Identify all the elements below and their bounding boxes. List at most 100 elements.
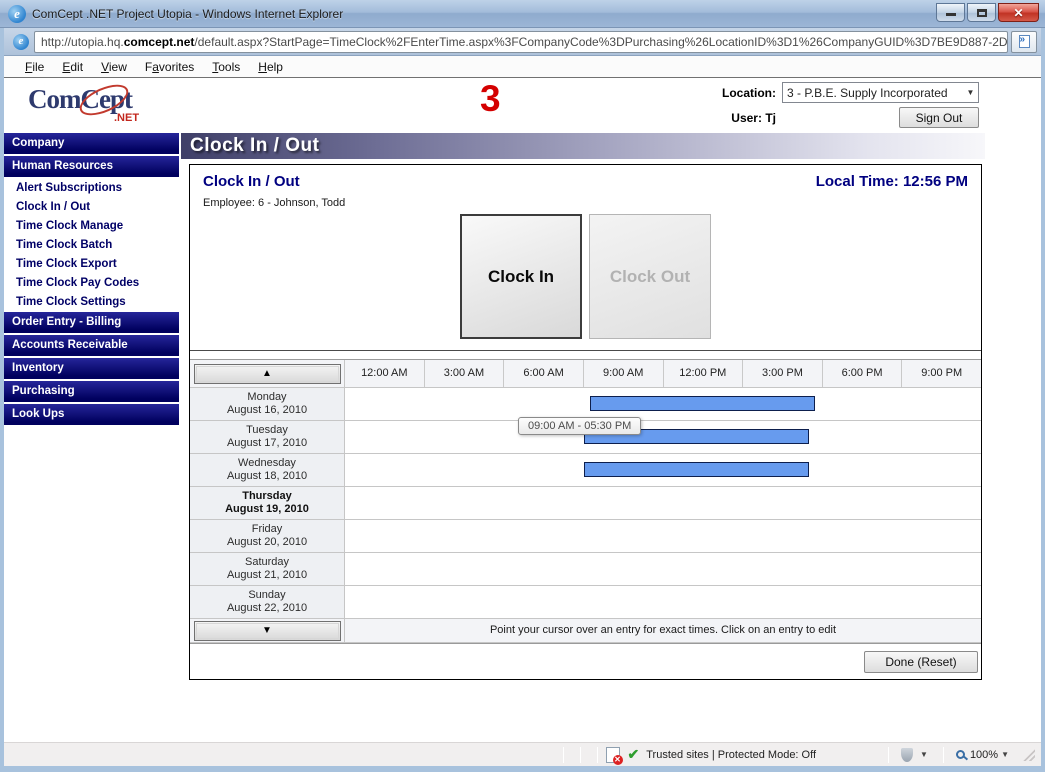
security-zone-text[interactable]: Trusted sites | Protected Mode: Off bbox=[646, 749, 816, 761]
day-row-sunday: SundayAugust 22, 2010 bbox=[190, 586, 981, 619]
time-entry-bar[interactable] bbox=[590, 396, 815, 411]
sidebar-item-time-clock-batch[interactable]: Time Clock Batch bbox=[4, 236, 179, 255]
page-favicon-icon: e bbox=[13, 34, 29, 50]
location-label: Location: bbox=[722, 86, 782, 100]
menu-bar: File Edit View Favorites Tools Help bbox=[4, 56, 1041, 78]
sidebar-nav: Company Human Resources Alert Subscripti… bbox=[4, 133, 179, 680]
maximize-icon bbox=[977, 9, 987, 17]
sidebar-item-order-entry-billing[interactable]: Order Entry - Billing bbox=[4, 312, 179, 333]
location-value: 3 - P.B.E. Supply Incorporated bbox=[783, 86, 963, 100]
sidebar-item-time-clock-manage[interactable]: Time Clock Manage bbox=[4, 217, 179, 236]
minimize-icon bbox=[946, 13, 956, 16]
zoom-control[interactable]: 100% ▼ bbox=[956, 749, 1012, 761]
sidebar-item-clock-in-out[interactable]: Clock In / Out bbox=[4, 198, 179, 217]
logo-text: ComCept bbox=[28, 84, 132, 114]
chevron-down-icon[interactable]: ▼ bbox=[1001, 750, 1009, 759]
day-timeline[interactable] bbox=[345, 454, 981, 486]
resize-grip[interactable] bbox=[1022, 748, 1035, 761]
maximize-button[interactable] bbox=[967, 3, 996, 22]
zoom-level: 100% bbox=[970, 749, 998, 761]
statusbar-divider bbox=[563, 747, 564, 763]
sidebar-item-alert-subscriptions[interactable]: Alert Subscriptions bbox=[4, 179, 179, 198]
day-timeline[interactable] bbox=[345, 421, 981, 453]
sidebar-item-time-clock-settings[interactable]: Time Clock Settings bbox=[4, 293, 179, 312]
clock-in-button[interactable]: Clock In bbox=[460, 214, 582, 339]
entry-tooltip: 09:00 AM - 05:30 PM bbox=[518, 417, 641, 435]
day-label: FridayAugust 20, 2010 bbox=[190, 520, 345, 552]
time-column-label: 9:00 PM bbox=[902, 360, 981, 387]
url-path: /default.aspx?StartPage=TimeClock%2FEnte… bbox=[194, 35, 1008, 49]
trusted-check-icon: ✔ bbox=[628, 746, 640, 763]
scroll-up-button[interactable]: ▲ bbox=[194, 364, 341, 384]
clock-panel: Clock In / Out Local Time: 12:56 PM Empl… bbox=[189, 164, 982, 680]
day-row-thursday: ThursdayAugust 19, 2010 bbox=[190, 487, 981, 520]
time-column-label: 6:00 AM bbox=[504, 360, 584, 387]
time-column-label: 6:00 PM bbox=[823, 360, 903, 387]
go-button[interactable] bbox=[1011, 31, 1037, 53]
session-controls: Location: 3 - P.B.E. Supply Incorporated… bbox=[722, 82, 979, 128]
url-input[interactable]: http://utopia.hq.comcept.net/default.asp… bbox=[34, 31, 1008, 53]
sign-out-button[interactable]: Sign Out bbox=[899, 107, 979, 128]
menu-file[interactable]: File bbox=[16, 60, 53, 74]
sidebar-item-human-resources[interactable]: Human Resources bbox=[4, 156, 179, 177]
address-bar: e http://utopia.hq.comcept.net/default.a… bbox=[4, 28, 1041, 56]
time-grid: ▲ 12:00 AM 3:00 AM 6:00 AM 9:00 AM 12:00… bbox=[190, 359, 981, 644]
time-column-label: 9:00 AM bbox=[584, 360, 664, 387]
day-timeline[interactable] bbox=[345, 520, 981, 552]
statusbar-divider bbox=[888, 747, 889, 763]
status-bar: ✕ ✔ Trusted sites | Protected Mode: Off … bbox=[4, 742, 1041, 766]
logo-net-text: .NET bbox=[114, 112, 139, 124]
day-row-friday: FridayAugust 20, 2010 bbox=[190, 520, 981, 553]
close-button[interactable]: ✕ bbox=[998, 3, 1039, 22]
page-error-icon[interactable]: ✕ bbox=[606, 747, 620, 763]
day-timeline[interactable] bbox=[345, 388, 981, 420]
error-badge-icon: ✕ bbox=[613, 755, 623, 765]
chevron-down-icon[interactable]: ▼ bbox=[920, 750, 928, 759]
browser-window: e ComCept .NET Project Utopia - Windows … bbox=[0, 0, 1045, 772]
panel-title: Clock In / Out bbox=[203, 173, 300, 190]
day-timeline[interactable] bbox=[345, 487, 981, 519]
minimize-button[interactable] bbox=[936, 3, 965, 22]
day-label: ThursdayAugust 19, 2010 bbox=[190, 487, 345, 519]
url-prefix: http://utopia.hq. bbox=[41, 35, 124, 49]
sidebar-item-look-ups[interactable]: Look Ups bbox=[4, 404, 179, 425]
sidebar-item-accounts-receivable[interactable]: Accounts Receivable bbox=[4, 335, 179, 356]
location-select[interactable]: 3 - P.B.E. Supply Incorporated ▼ bbox=[782, 82, 979, 103]
time-column-label: 12:00 AM bbox=[345, 360, 425, 387]
statusbar-divider bbox=[943, 747, 944, 763]
sidebar-item-inventory[interactable]: Inventory bbox=[4, 358, 179, 379]
day-timeline[interactable] bbox=[345, 586, 981, 618]
chevron-down-icon: ▼ bbox=[963, 88, 978, 97]
time-entry-bar[interactable] bbox=[584, 462, 809, 477]
menu-edit[interactable]: Edit bbox=[53, 60, 92, 74]
day-label: WednesdayAugust 18, 2010 bbox=[190, 454, 345, 486]
done-reset-button[interactable]: Done (Reset) bbox=[864, 651, 978, 673]
day-timeline[interactable] bbox=[345, 553, 981, 585]
sidebar-item-time-clock-pay-codes[interactable]: Time Clock Pay Codes bbox=[4, 274, 179, 293]
menu-favorites[interactable]: Favorites bbox=[136, 60, 203, 74]
magnifier-icon bbox=[956, 750, 965, 759]
time-grid-footer: ▼ Point your cursor over an entry for ex… bbox=[190, 619, 981, 643]
local-time: Local Time: 12:56 PM bbox=[816, 173, 968, 190]
title-bar: e ComCept .NET Project Utopia - Windows … bbox=[0, 0, 1045, 28]
sidebar-item-company[interactable]: Company bbox=[4, 133, 179, 154]
url-domain: comcept.net bbox=[124, 35, 195, 49]
user-label: User: Tj bbox=[722, 111, 782, 125]
protection-shield-icon[interactable] bbox=[901, 748, 913, 762]
page-title: Clock In / Out bbox=[181, 133, 985, 159]
comcept-logo: ComCept .NET bbox=[28, 84, 168, 128]
menu-view[interactable]: View bbox=[92, 60, 136, 74]
menu-help[interactable]: Help bbox=[249, 60, 292, 74]
scroll-down-button[interactable]: ▼ bbox=[194, 621, 341, 641]
employee-line: Employee: 6 - Johnson, Todd bbox=[203, 197, 968, 209]
day-label: TuesdayAugust 17, 2010 bbox=[190, 421, 345, 453]
main-content: Clock In / Out Clock In / Out Local Time… bbox=[179, 133, 1041, 680]
statusbar-divider bbox=[597, 747, 598, 763]
menu-tools[interactable]: Tools bbox=[203, 60, 249, 74]
window-title: ComCept .NET Project Utopia - Windows In… bbox=[32, 7, 936, 21]
sidebar-item-purchasing[interactable]: Purchasing bbox=[4, 381, 179, 402]
sidebar-item-time-clock-export[interactable]: Time Clock Export bbox=[4, 255, 179, 274]
annotation-marker: 3 bbox=[480, 78, 501, 120]
close-icon: ✕ bbox=[999, 4, 1038, 22]
day-label: SaturdayAugust 21, 2010 bbox=[190, 553, 345, 585]
